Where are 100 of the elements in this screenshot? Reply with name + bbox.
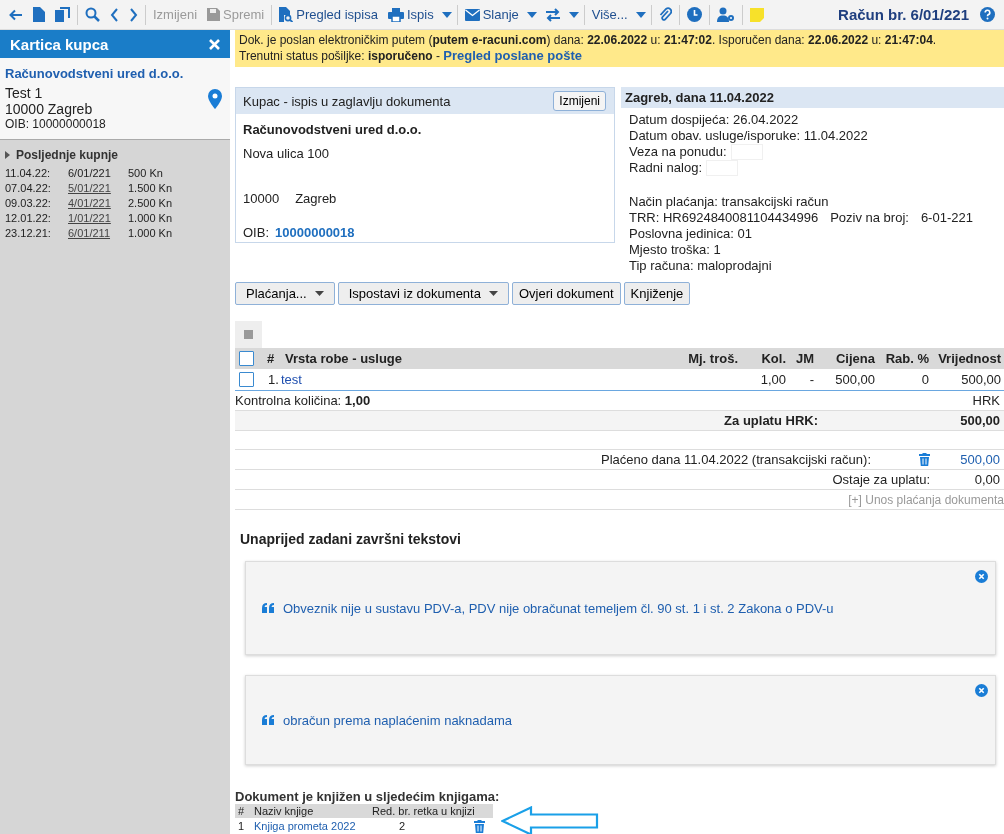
payment-amount-link[interactable]: 500,00 <box>930 452 1000 467</box>
table-cell-text: 500,00 <box>834 372 875 387</box>
info-text: Način plaćanja: transakcijski račun <box>629 194 829 210</box>
table-cell-text: 1,00 <box>759 372 786 387</box>
column-header: Vrsta robe - usluge <box>285 351 404 366</box>
status-text: Trenutni status pošiljke: isporučeno - <box>239 49 440 63</box>
purchase-amount: 1.500 Kn <box>128 181 173 196</box>
table-cell-text: 0 <box>920 372 929 387</box>
trash-icon[interactable] <box>919 453 930 466</box>
customer-oib: OIB: 10000000018 <box>5 117 107 131</box>
checkbox[interactable] <box>239 351 254 366</box>
info-text: TRR: HR6924840081104434996 <box>629 210 819 226</box>
items-tab[interactable] <box>235 321 262 348</box>
invoice-number-link[interactable]: 4/01/221 <box>68 196 128 211</box>
edit-buyer-button[interactable]: Izmijeni <box>553 91 606 111</box>
sidebar-title: Kartica kupca <box>10 35 109 53</box>
oib-label: OIB: <box>243 225 269 240</box>
remaining-value: 0,00 <box>973 472 1000 487</box>
item-link[interactable]: test <box>281 372 678 387</box>
section-title: Unaprijed zadani završni tekstovi <box>240 531 462 547</box>
field-value: 6-01-221 <box>920 210 973 226</box>
column-header: Mj. troš. <box>687 351 738 366</box>
more-button[interactable]: Više... <box>586 2 633 27</box>
customer-city: 10000 Zagreb <box>5 101 94 117</box>
document-title: Račun br. 6/01/221 <box>838 6 969 23</box>
invoice-number-link[interactable]: 1/01/221 <box>68 211 128 226</box>
table-cell-text: 500,00 <box>960 372 1001 387</box>
buyer-panel-title: Kupac - ispis u zaglavlju dokumenta <box>243 93 451 109</box>
triangle-right-icon[interactable] <box>5 151 10 159</box>
column-header: Naziv knjige <box>254 805 315 817</box>
action-button[interactable]: Knjiženje <box>623 282 691 305</box>
field-label: Poziv na broj: <box>830 210 909 226</box>
action-button[interactable]: Plaćanja... <box>235 282 335 305</box>
field-label: Radni nalog: <box>629 160 702 176</box>
column-header: Kol. <box>760 351 786 366</box>
info-text: Datum dospijeća: 26.04.2022 <box>629 112 799 128</box>
close-icon[interactable] <box>975 570 988 583</box>
caret-icon <box>526 11 537 18</box>
control-quantity-value: 1,00 <box>344 393 371 408</box>
recent-purchases-title[interactable]: Posljednje kupnje <box>16 148 119 162</box>
info-text: Datum obav. usluge/isporuke: 11.04.2022 <box>629 128 868 144</box>
buyer-city: Zagreb <box>295 191 337 206</box>
quote-icon <box>262 603 275 613</box>
caret-icon <box>635 11 646 18</box>
back-arrow-icon <box>9 7 23 22</box>
chevron-right-icon <box>129 7 138 22</box>
purchase-amount: 1.000 Kn <box>128 226 173 241</box>
section-title: Dokument je knjižen u sljedećim knjigama: <box>235 789 501 804</box>
closing-text[interactable]: obračun prema naplaćenim naknadama <box>283 712 513 728</box>
column-header: Red. br. retka u knjizi <box>372 805 475 817</box>
control-quantity-label: Kontrolna količina: <box>235 393 342 408</box>
purchase-date: 09.03.22: <box>5 196 52 211</box>
closing-text[interactable]: Obveznik nije u sustavu PDV-a, PDV nije obračunat temeljem čl. 90 st. 1 i st. 2 Zakona o PDV-u <box>283 600 834 616</box>
clock-icon <box>686 7 702 22</box>
chevron-left-icon <box>110 7 119 22</box>
purchase-date: 11.04.22: <box>5 166 52 181</box>
caret-icon <box>568 11 579 18</box>
invoice-number-link[interactable]: 6/01/211 <box>68 226 128 241</box>
invoice-number-link[interactable]: 5/01/221 <box>68 181 128 196</box>
sticky-note-icon <box>749 7 764 22</box>
user-gear-icon <box>716 7 735 22</box>
search-icon <box>85 7 100 22</box>
buyer-street: Nova ulica 100 <box>243 146 330 161</box>
info-text: Mjesto troška: 1 <box>629 242 721 258</box>
purchase-date: 23.12.21: <box>5 226 52 241</box>
notice-text: Dok. je poslan elektroničkim putem (putem e-racuni.com) dana: 22.06.2022 u: 21:47:02. Isporučen dana: 22.06.2022 u: 21:47:04. <box>239 32 938 48</box>
action-button[interactable]: Ispostavi iz dokumenta <box>337 282 509 305</box>
column-header: Cijena <box>835 351 875 366</box>
sent-mail-link[interactable]: Pregled poslane pošte <box>443 48 583 63</box>
buyer-name: Računovodstveni ured d.o.o. <box>243 122 423 137</box>
map-pin-icon[interactable] <box>208 88 222 109</box>
date-place-heading: Zagreb, dana 11.04.2022 <box>621 87 1004 108</box>
column-header: # <box>237 805 246 817</box>
oib-value: 10000000018 <box>275 225 355 240</box>
caret-icon <box>441 11 452 18</box>
print-button[interactable]: Ispis <box>382 2 439 27</box>
column-header: JM <box>794 351 814 366</box>
help-icon <box>980 7 995 22</box>
printer-icon <box>387 7 404 22</box>
checkbox[interactable] <box>239 372 254 387</box>
action-button[interactable]: Ovjeri dokument <box>511 282 621 305</box>
purchase-amount: 1.000 Kn <box>128 211 173 226</box>
caret-icon <box>488 291 498 296</box>
customer-name[interactable]: Računovodstveni ured d.o.o. <box>5 66 184 81</box>
swap-arrows-icon <box>544 7 561 22</box>
table-cell-text: 1 <box>237 820 246 832</box>
close-icon[interactable] <box>209 38 220 50</box>
payment-label: Plaćeno dana 11.04.2022 (transakcijski račun): <box>600 452 871 467</box>
send-button[interactable]: Slanje <box>459 2 524 27</box>
purchase-date: 07.04.22: <box>5 181 52 196</box>
copy-icon <box>55 7 70 22</box>
quote-icon <box>262 715 275 725</box>
info-text: Poslovna jedinica: 01 <box>629 226 752 242</box>
table-cell-text: - <box>808 372 814 387</box>
print-preview-button[interactable]: Pregled ispisa <box>274 2 383 27</box>
close-icon[interactable] <box>975 684 988 697</box>
book-link[interactable]: Knjiga prometa 2022 <box>254 820 372 832</box>
purchase-date: 12.01.22: <box>5 211 52 226</box>
trash-icon[interactable] <box>474 819 485 833</box>
purchase-amount: 2.500 Kn <box>128 196 173 211</box>
